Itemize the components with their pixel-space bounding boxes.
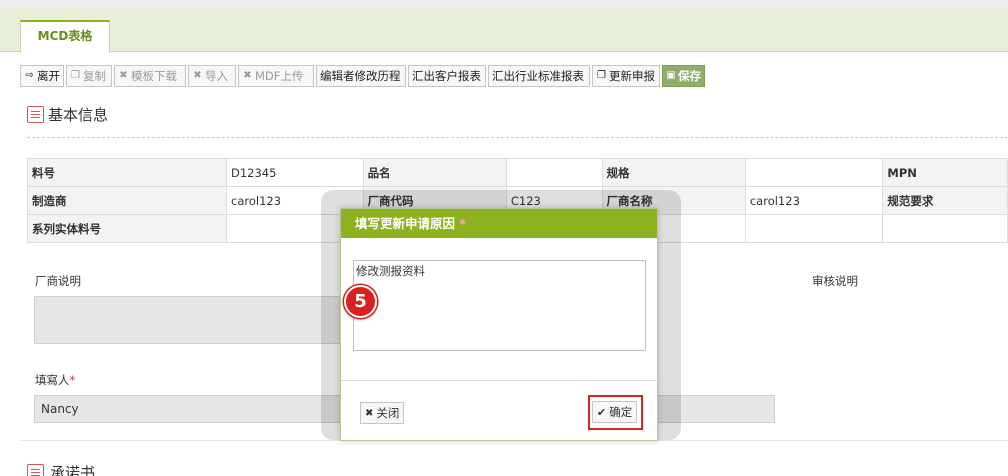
close-icon: ✖	[365, 407, 374, 419]
required-mark: *	[459, 216, 466, 231]
commitment-section-title: 承诺书	[27, 462, 95, 476]
top-strip	[0, 0, 1008, 8]
table-cell	[505, 158, 603, 187]
table-cell: 系列实体料号	[27, 214, 227, 243]
export-customer-report-button[interactable]: 汇出客户报表	[408, 65, 486, 87]
template-download-label: 模板下载	[131, 69, 177, 83]
tab-bar: MCD表格	[0, 8, 1008, 53]
table-cell: MPN	[882, 158, 1008, 187]
check-icon: ✔	[597, 405, 607, 419]
editor-history-label: 编辑者修改历程	[320, 69, 401, 83]
toolbar: ⇨ 离开 ❐ 复制 ✖ 模板下载 ✖ 导入 ✖ MDF上传 编辑者修改历程 汇出…	[20, 65, 705, 87]
excel-icon: ✖	[193, 70, 202, 81]
template-download-button[interactable]: ✖ 模板下载	[114, 65, 186, 87]
filler-label-text: 填寫人	[35, 373, 70, 387]
close-button[interactable]: ✖ 关闭	[360, 402, 405, 424]
divider	[27, 137, 1008, 138]
save-label: 保存	[678, 69, 701, 83]
close-label: 关闭	[376, 406, 400, 420]
update-reason-dialog: 填写更新申请原因 * 修改测报资料 ✖ 关闭 ✔ 确定	[340, 208, 658, 441]
table-cell: 料号	[27, 158, 227, 187]
step-number-badge: 5	[344, 285, 377, 318]
update-declaration-label: 更新申报	[609, 69, 655, 83]
commitment-title-text: 承诺书	[50, 464, 96, 476]
section-title-text: 基本信息	[48, 106, 109, 124]
tab-mcd-form[interactable]: MCD表格	[20, 20, 110, 53]
copy-icon: ❐	[71, 70, 80, 81]
mdf-upload-button[interactable]: ✖ MDF上传	[238, 65, 314, 87]
copy-label: 复制	[83, 69, 106, 83]
table-cell: 制造商	[27, 186, 227, 215]
filler-field[interactable]: Nancy	[34, 395, 344, 423]
excel-icon: ✖	[119, 70, 128, 81]
export-industry-report-label: 汇出行业标准报表	[492, 69, 584, 83]
export-customer-report-label: 汇出客户报表	[412, 69, 481, 83]
table-row: 料号 D12345 品名 规格 MPN	[27, 158, 1008, 187]
dialog-title: 填写更新申请原因	[355, 216, 456, 231]
table-cell: D12345	[226, 158, 364, 187]
table-cell: 品名	[362, 158, 507, 187]
filler-label: 填寫人*	[35, 372, 75, 388]
confirm-button[interactable]: ✔ 确定	[592, 401, 638, 423]
dialog-header: 填写更新申请原因 *	[341, 209, 657, 238]
leave-button[interactable]: ⇨ 离开	[20, 65, 64, 87]
table-cell	[744, 158, 884, 187]
save-button[interactable]: ▣ 保存	[662, 65, 705, 87]
table-cell	[882, 214, 1008, 243]
table-cell	[744, 214, 884, 243]
table-cell: 规格	[601, 158, 746, 187]
copy-button[interactable]: ❐ 复制	[66, 65, 112, 87]
save-icon: ▣	[666, 70, 676, 81]
reason-textarea[interactable]: 修改测报资料	[353, 260, 646, 351]
editor-history-button[interactable]: 编辑者修改历程	[316, 65, 406, 87]
copy-icon: ❐	[597, 70, 606, 81]
confirm-label: 确定	[609, 405, 633, 419]
export-industry-report-button[interactable]: 汇出行业标准报表	[488, 65, 590, 87]
required-mark: *	[69, 373, 76, 387]
exit-icon: ⇨	[25, 70, 34, 81]
list-icon	[27, 464, 44, 476]
list-icon	[27, 106, 44, 123]
review-note-label: 审核说明	[812, 274, 858, 288]
vendor-note-field[interactable]	[34, 296, 344, 344]
table-cell: 规范要求	[882, 186, 1008, 215]
section-title: 基本信息	[27, 104, 108, 125]
update-declaration-button[interactable]: ❐ 更新申报	[592, 65, 660, 87]
mdf-upload-label: MDF上传	[255, 69, 304, 83]
leave-label: 离开	[37, 69, 60, 83]
import-label: 导入	[205, 69, 228, 83]
table-cell: carol123	[744, 186, 884, 215]
import-button[interactable]: ✖ 导入	[188, 65, 236, 87]
vendor-note-label: 厂商说明	[35, 274, 81, 288]
dialog-divider	[341, 380, 657, 381]
excel-icon: ✖	[243, 70, 252, 81]
